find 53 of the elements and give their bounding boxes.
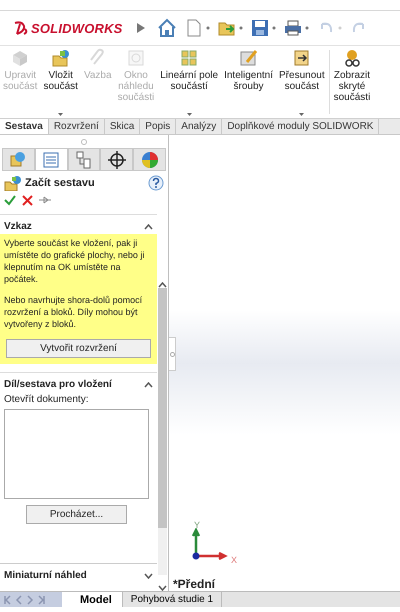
message-text: Vyberte součást ke vložení, pak ji umístěte do grafické plochy, nebo ji klepnutím na OK umístěte na počátek. bbox=[4, 237, 146, 285]
folder-cube-icon bbox=[4, 175, 22, 191]
tab[interactable]: Model bbox=[62, 592, 123, 607]
tab[interactable]: Sestava bbox=[0, 119, 49, 134]
list-icon[interactable] bbox=[41, 150, 62, 170]
ribbon-button[interactable]: Inteligentní šrouby bbox=[221, 46, 276, 116]
handle-icon[interactable] bbox=[81, 138, 87, 144]
axis-label: X bbox=[231, 555, 238, 565]
pin-icon[interactable] bbox=[39, 196, 51, 204]
create-layout-button[interactable]: Vytvořit rozvržení bbox=[6, 339, 151, 358]
ribbon-button[interactable]: Zobrazit skryté součásti bbox=[330, 46, 374, 116]
panel-tab[interactable] bbox=[68, 148, 100, 170]
scroll-up-icon[interactable] bbox=[158, 282, 167, 288]
panel-tab[interactable] bbox=[100, 148, 134, 170]
section-title: Vzkaz bbox=[4, 221, 32, 232]
collapse-icon[interactable] bbox=[144, 382, 153, 388]
scrollbar-thumb[interactable] bbox=[158, 288, 167, 528]
scroll-down-icon[interactable] bbox=[158, 585, 167, 591]
ribbon-button[interactable]: Vložit součást bbox=[40, 46, 81, 116]
document-list[interactable] bbox=[4, 409, 149, 499]
ok-icon[interactable] bbox=[4, 194, 16, 206]
collapse-icon[interactable] bbox=[144, 224, 153, 230]
browse-button[interactable]: Procházet... bbox=[26, 505, 127, 524]
collapse-handle[interactable] bbox=[169, 337, 176, 371]
section-title: Díl/sestava pro vložení bbox=[4, 379, 112, 390]
expand-icon[interactable] bbox=[144, 572, 153, 578]
logo-text: SOLIDWORKS bbox=[31, 20, 123, 36]
floppy-icon[interactable] bbox=[250, 18, 270, 38]
close-icon[interactable] bbox=[22, 194, 33, 206]
logo-icon bbox=[12, 20, 28, 36]
ribbon-button[interactable]: Lineární pole součástí bbox=[157, 46, 222, 116]
expand-icon[interactable] bbox=[136, 23, 145, 33]
dropdown-icon[interactable] bbox=[238, 26, 243, 30]
printer-icon[interactable] bbox=[282, 18, 303, 38]
home-icon[interactable] bbox=[156, 18, 177, 38]
view-name: *Přední bbox=[173, 577, 216, 591]
dropdown-icon[interactable] bbox=[304, 26, 309, 30]
caret-icon[interactable] bbox=[299, 113, 304, 116]
folder-cube-icon[interactable] bbox=[50, 48, 71, 68]
help-icon[interactable] bbox=[148, 175, 164, 191]
dropdown-icon[interactable] bbox=[206, 26, 210, 30]
dropdown-icon[interactable] bbox=[272, 26, 276, 30]
field-label: Otevřít dokumenty: bbox=[3, 393, 90, 407]
ribbon-button[interactable]: Přesunout součást bbox=[276, 46, 328, 116]
caret-icon[interactable] bbox=[58, 113, 64, 116]
section-title: Miniaturní náhled bbox=[4, 570, 87, 581]
sphere-icon[interactable] bbox=[140, 150, 160, 170]
caret-icon[interactable] bbox=[186, 113, 192, 116]
axis-label: Y bbox=[194, 520, 200, 530]
panel-title: Začít sestavu bbox=[25, 177, 96, 189]
crosshair-icon[interactable] bbox=[106, 150, 127, 170]
grid-icon[interactable] bbox=[179, 48, 200, 68]
message-text: Nebo navrhujte shora-dolů pomocí rozvržení a bloků. Díly mohou být vytvořeny z bloků. bbox=[4, 294, 144, 330]
